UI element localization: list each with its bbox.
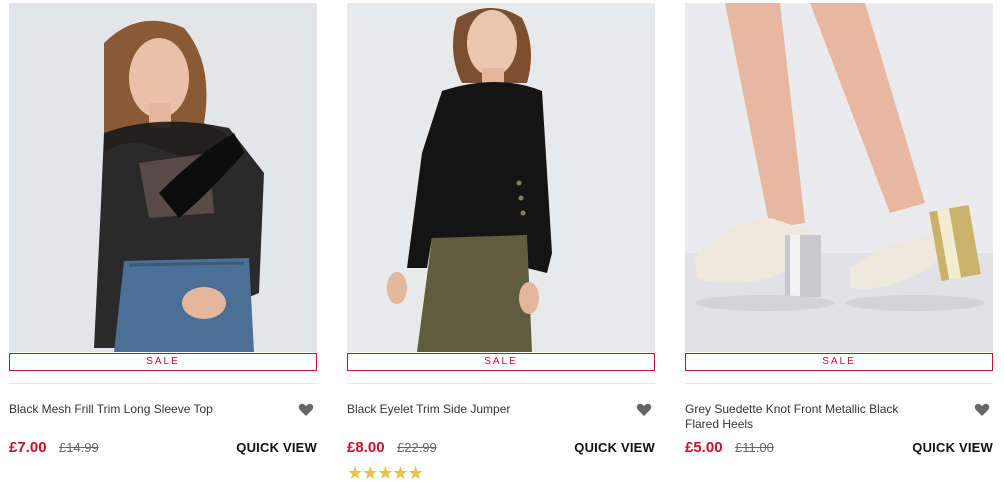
- quick-view-button[interactable]: QUICK VIEW: [912, 440, 993, 455]
- product-card: SALE Grey Suedette Knot Front Metallic B…: [685, 0, 993, 485]
- sale-badge: SALE: [347, 353, 655, 371]
- divider: [9, 383, 317, 384]
- product-image[interactable]: [347, 3, 655, 352]
- original-price: £14.99: [59, 440, 99, 455]
- divider: [347, 383, 655, 384]
- heart-icon[interactable]: [298, 402, 314, 418]
- quick-view-button[interactable]: QUICK VIEW: [574, 440, 655, 455]
- product-image[interactable]: [9, 3, 317, 352]
- sale-price: £8.00: [347, 439, 385, 456]
- product-name[interactable]: Black Eyelet Trim Side Jumper: [347, 402, 597, 417]
- heart-icon[interactable]: [636, 402, 652, 418]
- product-card: SALE Black Eyelet Trim Side Jumper £8.00…: [347, 0, 655, 485]
- original-price: £11.00: [735, 440, 774, 455]
- divider: [685, 383, 993, 384]
- heart-icon[interactable]: [974, 402, 990, 418]
- product-image[interactable]: [685, 3, 993, 352]
- star-rating: ★★★★★: [347, 463, 424, 483]
- product-photo: [347, 3, 655, 352]
- product-name[interactable]: Black Mesh Frill Trim Long Sleeve Top: [9, 402, 259, 417]
- sale-badge: SALE: [9, 353, 317, 371]
- sale-price: £7.00: [9, 439, 47, 456]
- product-card: SALE Black Mesh Frill Trim Long Sleeve T…: [9, 0, 317, 485]
- product-photo: [685, 3, 993, 352]
- sale-badge: SALE: [685, 353, 993, 371]
- product-name[interactable]: Grey Suedette Knot Front Metallic Black …: [685, 402, 935, 432]
- original-price: £22.99: [397, 440, 437, 455]
- sale-price: £5.00: [685, 439, 723, 456]
- quick-view-button[interactable]: QUICK VIEW: [236, 440, 317, 455]
- product-photo: [9, 3, 317, 352]
